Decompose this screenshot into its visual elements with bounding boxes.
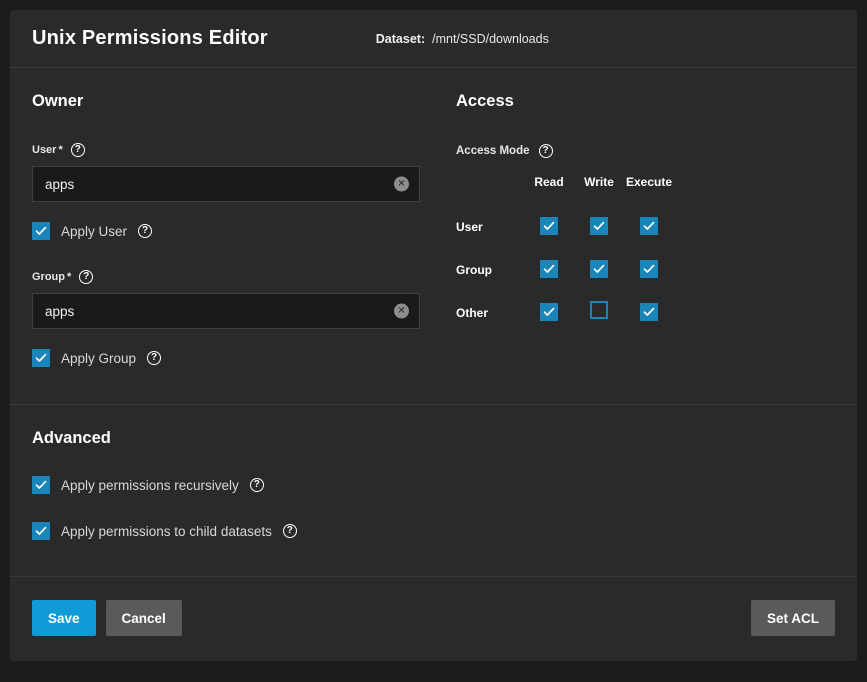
group-input[interactable]: apps ✕ — [32, 293, 420, 329]
cell-other-execute[interactable] — [624, 291, 674, 334]
help-icon[interactable]: ? — [71, 143, 85, 157]
checkbox-other-read[interactable] — [540, 303, 558, 321]
card-header: Unix Permissions Editor Dataset: /mnt/SS… — [10, 10, 857, 68]
group-label-text: Group — [32, 271, 65, 283]
help-icon[interactable]: ? — [539, 144, 553, 158]
row-label-group: Group — [456, 248, 524, 291]
row-label-other: Other — [456, 291, 524, 334]
cell-other-write[interactable] — [574, 291, 624, 334]
checkbox-group-write[interactable] — [590, 260, 608, 278]
cell-group-write[interactable] — [574, 248, 624, 291]
apply-group-checkbox[interactable] — [32, 349, 50, 367]
permissions-header-row: Read Write Execute — [456, 175, 674, 205]
apply-group-label: Apply Group — [61, 351, 136, 366]
dataset-label: Dataset: — [376, 32, 425, 46]
owner-column: Owner User * ? apps ✕ Apply User ? — [32, 68, 442, 367]
help-icon[interactable]: ? — [250, 478, 264, 492]
column-header-read: Read — [524, 175, 574, 205]
owner-access-section: Owner User * ? apps ✕ Apply User ? — [10, 68, 857, 405]
cell-other-read[interactable] — [524, 291, 574, 334]
access-mode-label: Access Mode ? — [456, 144, 836, 158]
group-required-mark: * — [67, 271, 71, 283]
checkbox-other-execute[interactable] — [640, 303, 658, 321]
set-acl-button[interactable]: Set ACL — [751, 600, 835, 636]
user-input-value: apps — [45, 177, 74, 192]
column-header-execute: Execute — [624, 175, 674, 205]
apply-child-datasets-checkbox[interactable] — [32, 522, 50, 540]
clear-icon[interactable]: ✕ — [394, 177, 409, 192]
user-label-text: User — [32, 144, 56, 156]
help-icon[interactable]: ? — [283, 524, 297, 538]
dataset-info: Dataset: /mnt/SSD/downloads — [376, 32, 549, 46]
checkbox-user-execute[interactable] — [640, 217, 658, 235]
checkbox-group-read[interactable] — [540, 260, 558, 278]
cancel-button[interactable]: Cancel — [106, 600, 182, 636]
user-field-label: User * ? — [32, 143, 442, 157]
apply-user-row[interactable]: Apply User ? — [32, 222, 442, 240]
save-button[interactable]: Save — [32, 600, 96, 636]
advanced-section-title: Advanced — [32, 405, 857, 448]
table-row: User — [456, 205, 674, 248]
access-column: Access Access Mode ? Read Write Execute — [456, 68, 836, 334]
help-icon[interactable]: ? — [138, 224, 152, 238]
unix-permissions-editor-card: Unix Permissions Editor Dataset: /mnt/SS… — [10, 10, 857, 661]
table-row: Other — [456, 291, 674, 334]
checkbox-other-write[interactable] — [590, 301, 608, 319]
clear-icon[interactable]: ✕ — [394, 304, 409, 319]
dataset-path: /mnt/SSD/downloads — [432, 32, 549, 46]
apply-recursively-row[interactable]: Apply permissions recursively ? — [32, 476, 857, 494]
apply-recursively-label: Apply permissions recursively — [61, 478, 239, 493]
page-title: Unix Permissions Editor — [32, 27, 268, 50]
access-section-title: Access — [456, 68, 836, 111]
group-field-label: Group * ? — [32, 270, 442, 284]
checkbox-user-write[interactable] — [590, 217, 608, 235]
apply-child-datasets-row[interactable]: Apply permissions to child datasets ? — [32, 522, 857, 540]
apply-group-row[interactable]: Apply Group ? — [32, 349, 442, 367]
apply-user-checkbox[interactable] — [32, 222, 50, 240]
table-row: Group — [456, 248, 674, 291]
access-mode-label-text: Access Mode — [456, 145, 530, 157]
permissions-matrix: Read Write Execute User — [456, 175, 674, 334]
row-label-user: User — [456, 205, 524, 248]
help-icon[interactable]: ? — [79, 270, 93, 284]
cell-group-read[interactable] — [524, 248, 574, 291]
permissions-corner-cell — [456, 175, 524, 205]
card-footer: Save Cancel Set ACL — [10, 577, 857, 659]
cell-user-execute[interactable] — [624, 205, 674, 248]
cell-group-execute[interactable] — [624, 248, 674, 291]
checkbox-group-execute[interactable] — [640, 260, 658, 278]
cell-user-read[interactable] — [524, 205, 574, 248]
apply-child-datasets-label: Apply permissions to child datasets — [61, 524, 272, 539]
cell-user-write[interactable] — [574, 205, 624, 248]
user-required-mark: * — [58, 144, 62, 156]
owner-section-title: Owner — [32, 68, 442, 111]
advanced-section: Advanced Apply permissions recursively ?… — [10, 405, 857, 577]
checkbox-user-read[interactable] — [540, 217, 558, 235]
column-header-write: Write — [574, 175, 624, 205]
help-icon[interactable]: ? — [147, 351, 161, 365]
apply-user-label: Apply User — [61, 224, 127, 239]
apply-recursively-checkbox[interactable] — [32, 476, 50, 494]
user-input[interactable]: apps ✕ — [32, 166, 420, 202]
group-input-value: apps — [45, 304, 74, 319]
